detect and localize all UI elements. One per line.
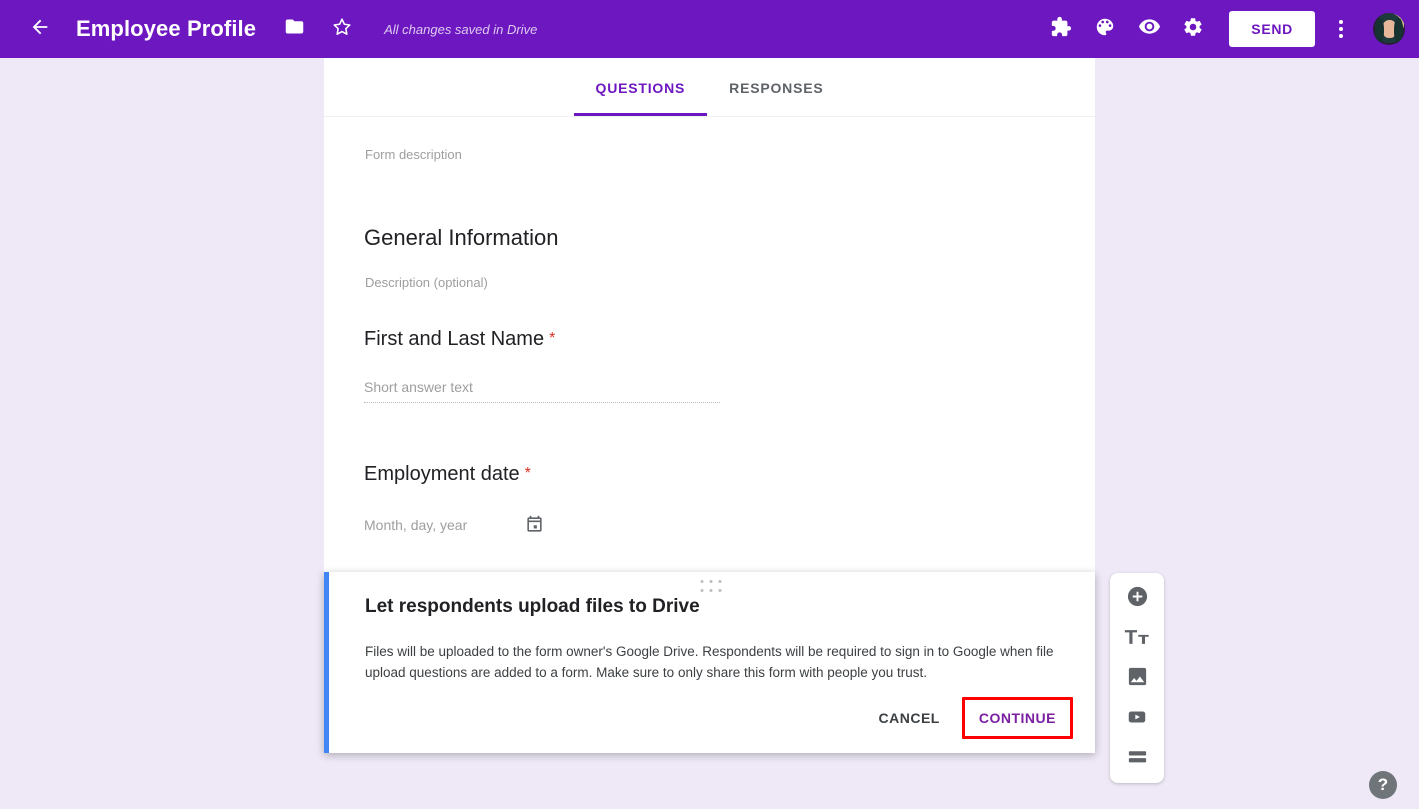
- add-video-button[interactable]: [1120, 704, 1154, 734]
- section-icon: [1126, 747, 1149, 772]
- avatar-hair-right: [1394, 18, 1403, 43]
- date-input[interactable]: Month, day, year: [364, 517, 467, 533]
- preview-button[interactable]: [1127, 7, 1171, 51]
- add-section-button[interactable]: [1120, 744, 1154, 774]
- question-label-employment-date[interactable]: Employment date *: [364, 463, 531, 486]
- date-answer-row: Month, day, year: [364, 515, 594, 534]
- cancel-button[interactable]: CANCEL: [865, 700, 954, 736]
- palette-icon: [1094, 16, 1116, 43]
- send-button[interactable]: SEND: [1229, 11, 1315, 47]
- section-description-input[interactable]: Description (optional): [365, 275, 488, 290]
- tab-responses[interactable]: RESPONSES: [707, 60, 845, 116]
- more-vert-icon-dot: [1339, 34, 1343, 38]
- form-tabs: QUESTIONS RESPONSES: [324, 58, 1095, 116]
- short-answer-input[interactable]: Short answer text: [364, 379, 720, 403]
- drag-dot: [709, 589, 713, 592]
- puzzle-piece-icon: [1050, 16, 1072, 43]
- theme-button[interactable]: [1083, 7, 1127, 51]
- dialog-title: Let respondents upload files to Drive: [365, 596, 700, 617]
- save-status: All changes saved in Drive: [384, 21, 538, 37]
- continue-button-highlight: CONTINUE: [961, 697, 1073, 739]
- question-title-text: Employment date: [364, 463, 520, 485]
- file-upload-consent-dialog: Let respondents upload files to Drive Fi…: [324, 572, 1095, 753]
- dialog-body-text: Files will be uploaded to the form owner…: [365, 644, 1054, 680]
- add-question-button[interactable]: [1120, 584, 1154, 614]
- settings-button[interactable]: [1171, 7, 1215, 51]
- required-asterisk: *: [524, 465, 531, 482]
- app-bar-right-group: SEND: [1039, 0, 1419, 58]
- more-vert-icon-dot: [1339, 20, 1343, 24]
- app-bar: Employee Profile All changes saved in Dr…: [0, 0, 1419, 58]
- continue-button[interactable]: CONTINUE: [966, 701, 1069, 735]
- dialog-actions: CANCEL CONTINUE: [865, 697, 1073, 739]
- calendar-icon[interactable]: [525, 515, 544, 534]
- drag-handle-icon[interactable]: [700, 580, 724, 594]
- video-icon: [1125, 706, 1149, 733]
- tab-questions[interactable]: QUESTIONS: [573, 60, 708, 116]
- drag-dot: [700, 580, 704, 583]
- section-title[interactable]: General Information: [364, 225, 558, 251]
- add-question-icon: [1126, 585, 1149, 613]
- eye-icon: [1138, 15, 1161, 43]
- add-image-button[interactable]: [1120, 664, 1154, 694]
- more-vert-icon-dot: [1339, 27, 1343, 31]
- app-bar-left-group: Employee Profile All changes saved in Dr…: [0, 0, 537, 58]
- move-to-folder-button[interactable]: [274, 9, 314, 49]
- drag-dot: [700, 589, 704, 592]
- required-asterisk: *: [549, 330, 556, 347]
- form-title[interactable]: Employee Profile: [76, 16, 256, 42]
- gear-icon: [1182, 16, 1204, 43]
- drag-dot: [718, 580, 722, 583]
- question-title-text: First and Last Name: [364, 328, 545, 350]
- image-icon: [1126, 665, 1149, 693]
- title-text-icon: [1124, 626, 1150, 653]
- add-item-toolbar: [1110, 573, 1164, 783]
- folder-icon: [284, 16, 305, 42]
- arrow-back-icon: [29, 16, 51, 43]
- help-button[interactable]: ?: [1369, 771, 1397, 799]
- avatar-hair-left: [1375, 18, 1384, 43]
- drag-dot: [709, 580, 713, 583]
- avatar[interactable]: [1373, 13, 1405, 45]
- add-title-and-description-button[interactable]: [1120, 624, 1154, 654]
- star-button[interactable]: [322, 9, 362, 49]
- question-label-first-and-last-name[interactable]: First and Last Name *: [364, 328, 555, 351]
- star-icon: [331, 16, 353, 43]
- addons-button[interactable]: [1039, 7, 1083, 51]
- form-content-card: Form description General Information Des…: [324, 116, 1095, 574]
- drag-dot: [718, 589, 722, 592]
- back-button[interactable]: [20, 9, 60, 49]
- more-options-button[interactable]: [1323, 9, 1359, 49]
- form-description-input[interactable]: Form description: [365, 147, 462, 162]
